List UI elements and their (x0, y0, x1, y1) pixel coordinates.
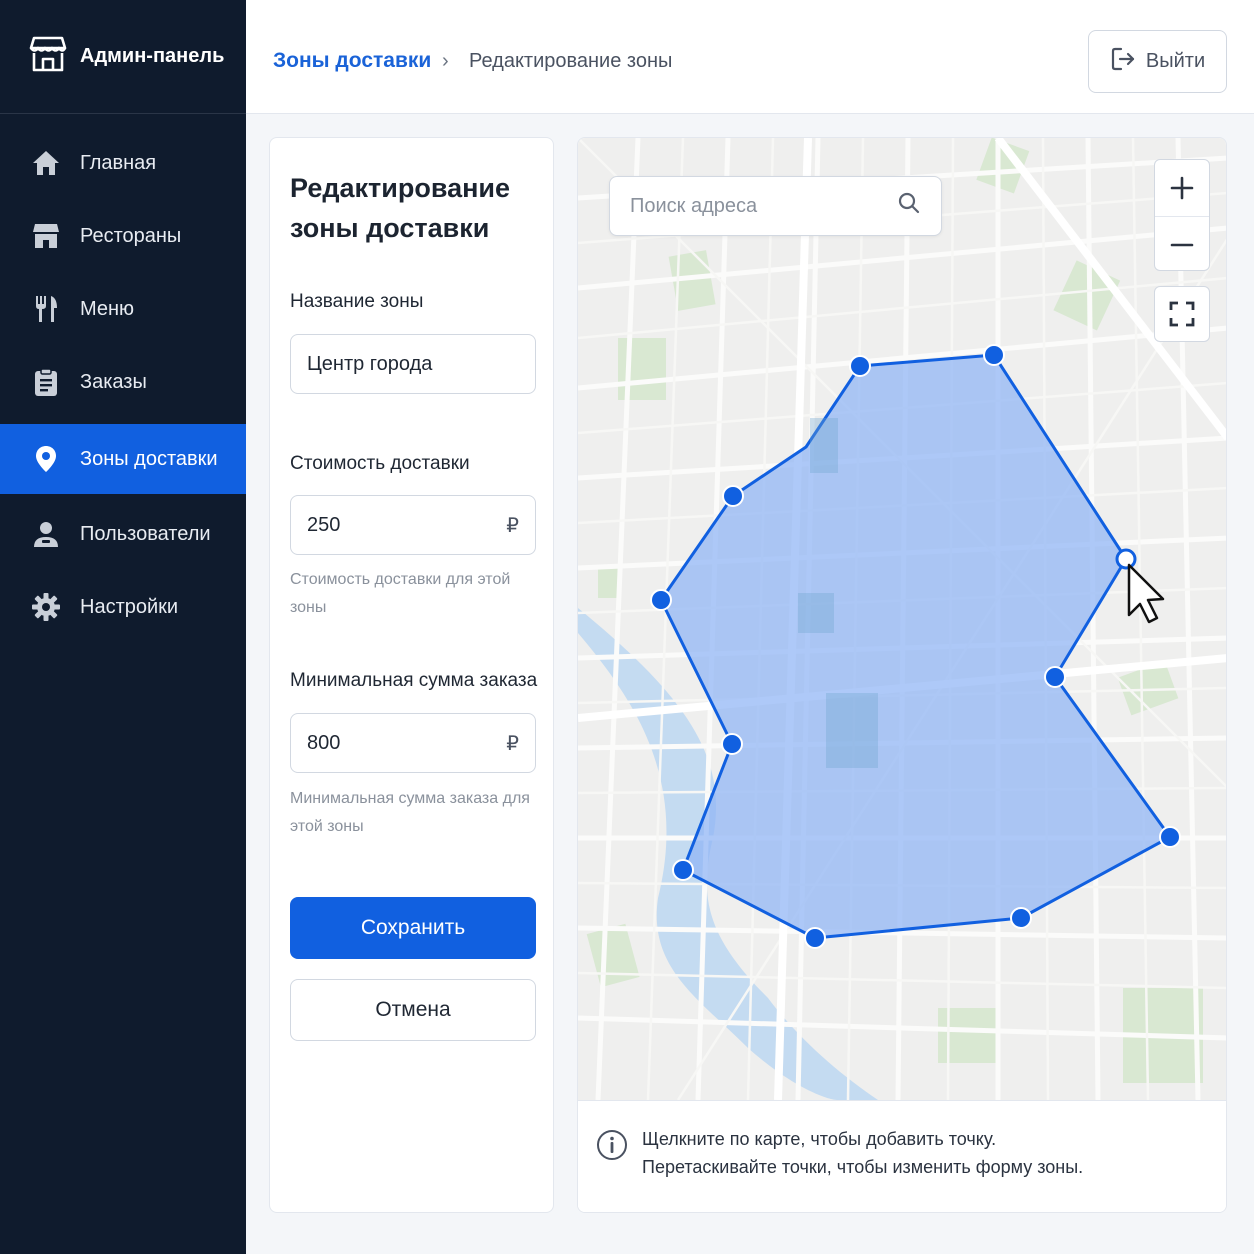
zone-vertex[interactable] (721, 733, 743, 755)
sidebar-item-orders[interactable]: Заказы (0, 347, 246, 417)
zone-vertex[interactable] (849, 355, 871, 377)
zone-vertex[interactable] (983, 344, 1005, 366)
logout-button[interactable]: Выйти (1088, 30, 1227, 93)
min-order-input[interactable]: 800 ₽ (290, 713, 536, 773)
clipboard-icon (30, 366, 62, 398)
logout-icon (1110, 46, 1146, 78)
map-base-layer (578, 138, 1226, 1100)
zone-vertex[interactable] (1010, 907, 1032, 929)
zone-vertex[interactable] (1159, 826, 1181, 848)
zoom-out-button[interactable] (1155, 216, 1209, 272)
address-search-input[interactable]: Поиск адреса (609, 176, 942, 236)
brand[interactable]: Админ-панель (0, 0, 246, 114)
map-panel: Поиск адреса Щелкните по карте, чтобы до… (577, 137, 1227, 1213)
zone-vertex[interactable] (672, 859, 694, 881)
plus-icon (1170, 176, 1194, 200)
store-icon (28, 34, 68, 79)
zoom-control (1154, 159, 1210, 271)
zone-name-input[interactable]: Центр города (290, 334, 536, 394)
ruble-sign: ₽ (506, 732, 519, 755)
instruction-line: Перетаскивайте точки, чтобы изменить фор… (642, 1157, 1084, 1177)
gear-icon (30, 591, 62, 623)
sidebar-item-settings[interactable]: Настройки (0, 572, 246, 642)
breadcrumb-separator: › (442, 50, 449, 72)
zone-vertex[interactable] (804, 927, 826, 949)
sidebar-item-label: Настройки (80, 595, 179, 618)
top-header: Зоны доставки › Редактирование зоны Выйт… (246, 0, 1254, 114)
store-icon (30, 220, 62, 252)
minus-icon (1170, 243, 1194, 246)
form-title: Редактирование зоны доставки (290, 173, 511, 243)
min-order-value: 800 (307, 731, 341, 754)
sidebar: Админ-панель Главная Рестораны Меню Зака… (0, 0, 246, 1254)
map-canvas[interactable]: Поиск адреса (578, 138, 1226, 1100)
search-icon (897, 191, 921, 221)
zoom-in-button[interactable] (1155, 160, 1209, 216)
user-icon (30, 518, 62, 550)
breadcrumb-parent-link[interactable]: Зоны доставки (273, 49, 431, 73)
ruble-sign: ₽ (506, 514, 519, 537)
home-icon (30, 147, 62, 179)
delivery-cost-label: Стоимость доставки (290, 453, 470, 474)
sidebar-item-label: Зоны доставки (80, 447, 218, 470)
instruction-line: Щелкните по карте, чтобы добавить точку. (642, 1129, 997, 1149)
sidebar-item-label: Заказы (80, 370, 147, 393)
logout-label: Выйти (1145, 50, 1206, 72)
info-icon (597, 1130, 627, 1160)
sidebar-item-restaurants[interactable]: Рестораны (0, 201, 246, 271)
zone-vertex[interactable] (1044, 666, 1066, 688)
sidebar-item-home[interactable]: Главная (0, 128, 246, 198)
sidebar-item-delivery-zones[interactable]: Зоны доставки (0, 424, 246, 494)
min-order-hint: Минимальная сумма заказа для этой зоны (290, 790, 530, 835)
zone-form-panel: Редактирование зоны доставки Название зо… (269, 137, 554, 1213)
save-button[interactable]: Сохранить (290, 897, 536, 959)
sidebar-item-users[interactable]: Пользователи (0, 499, 246, 569)
delivery-cost-hint: Стоимость доставки для этой зоны (290, 571, 511, 616)
breadcrumb-current: Редактирование зоны (469, 50, 673, 72)
sidebar-item-label: Главная (80, 151, 157, 174)
search-placeholder: Поиск адреса (630, 194, 758, 217)
fullscreen-button[interactable] (1154, 286, 1210, 342)
map-instructions: Щелкните по карте, чтобы добавить точку.… (578, 1100, 1226, 1212)
zone-vertex[interactable] (722, 485, 744, 507)
zone-name-value: Центр города (307, 352, 433, 375)
zone-vertex[interactable] (650, 589, 672, 611)
sidebar-item-menu[interactable]: Меню (0, 274, 246, 344)
sidebar-item-label: Меню (80, 297, 135, 320)
sidebar-item-label: Пользователи (80, 522, 211, 545)
cancel-button[interactable]: Отмена (290, 979, 536, 1041)
fullscreen-icon (1169, 301, 1195, 327)
delivery-cost-input[interactable]: 250 ₽ (290, 495, 536, 555)
map-pin-icon (30, 443, 62, 475)
min-order-label: Минимальная сумма заказа (290, 670, 538, 691)
zone-name-label: Название зоны (290, 291, 424, 312)
sidebar-item-label: Рестораны (80, 224, 182, 247)
cursor-arrow-icon (1127, 563, 1165, 624)
zone-vertex-hovered[interactable] (1115, 548, 1137, 570)
delivery-cost-value: 250 (307, 513, 341, 536)
fork-knife-icon (30, 293, 62, 325)
app-title: Админ-панель (80, 45, 225, 67)
